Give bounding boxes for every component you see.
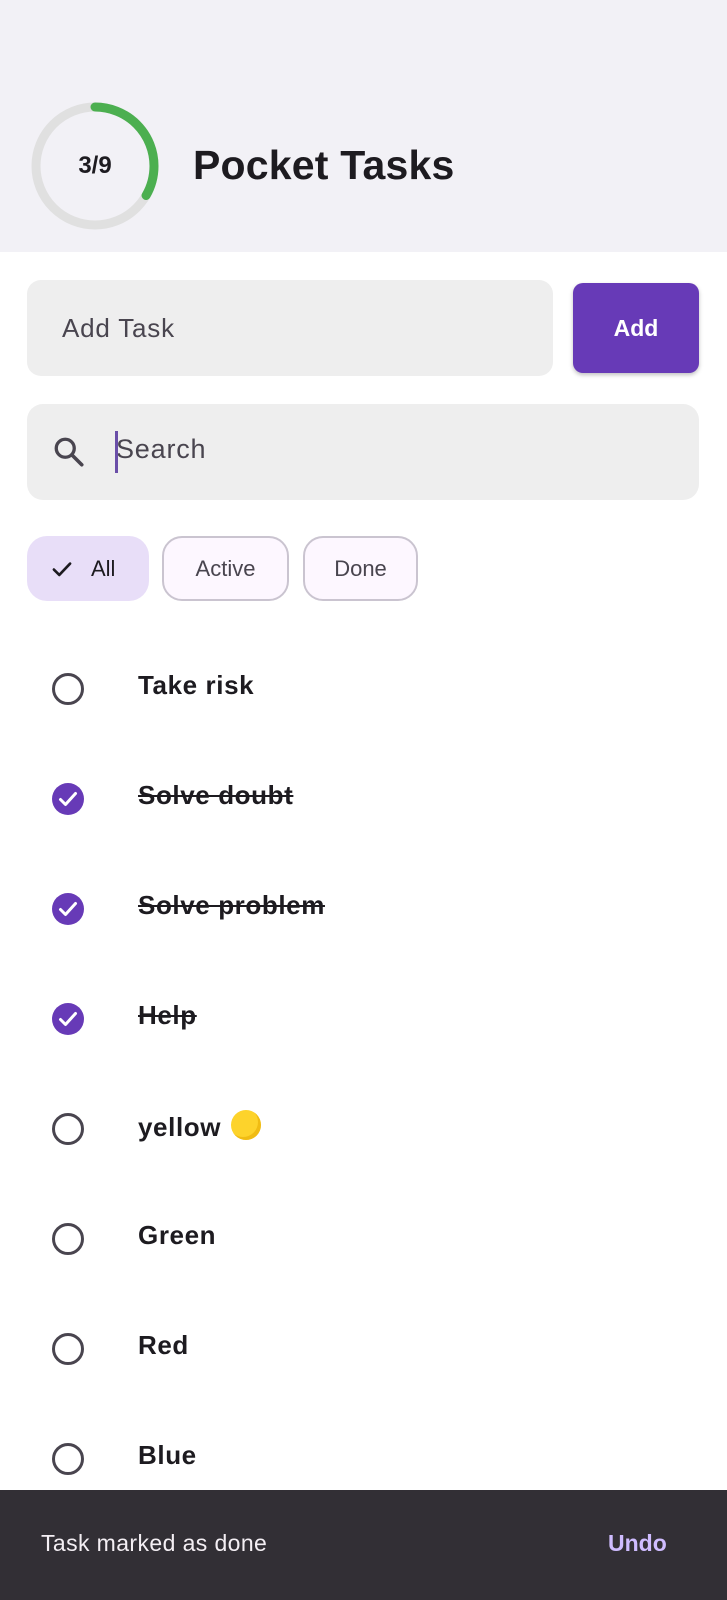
- task-item[interactable]: Solve problem: [0, 852, 727, 962]
- task-label: Take risk: [138, 670, 255, 700]
- undo-button[interactable]: Undo: [608, 1530, 667, 1557]
- snackbar-message: Task marked as done: [41, 1530, 268, 1556]
- task-label: Red: [138, 1330, 189, 1360]
- task-item[interactable]: Red: [0, 1292, 727, 1402]
- task-item[interactable]: Take risk: [0, 632, 727, 742]
- unchecked-circle-icon[interactable]: [50, 1111, 86, 1147]
- task-label: Blue: [138, 1440, 197, 1470]
- unchecked-circle-icon[interactable]: [50, 1221, 86, 1257]
- task-label: Help: [138, 1000, 197, 1030]
- task-label: Solve doubt: [138, 780, 294, 810]
- task-label-wrapper: yellow: [138, 1110, 262, 1143]
- filter-chip-label: Active: [195, 555, 256, 581]
- filter-chip-all[interactable]: All: [27, 536, 149, 601]
- filter-chip-label: All: [91, 555, 116, 581]
- task-item[interactable]: yellow: [0, 1072, 727, 1182]
- text-caret: [115, 431, 118, 473]
- task-list: Take risk Solve doubt Solve problem Help: [0, 632, 727, 1512]
- page-title: Pocket Tasks: [193, 142, 455, 188]
- header: 3/9 Pocket Tasks: [0, 0, 727, 252]
- pocket-tasks-app: 3/9 Pocket Tasks Add Task Add Search All…: [0, 0, 727, 1600]
- progress-ring: 3/9: [30, 101, 160, 231]
- task-label: Green: [138, 1220, 217, 1250]
- task-item[interactable]: Green: [0, 1182, 727, 1292]
- snackbar: Task marked as done Undo: [0, 1490, 727, 1600]
- checked-circle-icon[interactable]: [50, 891, 86, 927]
- add-button[interactable]: Add: [573, 283, 699, 373]
- add-task-input[interactable]: Add Task: [27, 280, 553, 376]
- task-label: Solve problem: [138, 890, 325, 920]
- task-item[interactable]: Solve doubt: [0, 742, 727, 852]
- search-icon: [54, 437, 84, 467]
- progress-count: 3/9: [78, 152, 112, 179]
- checked-circle-icon[interactable]: [50, 781, 86, 817]
- task-item[interactable]: Help: [0, 962, 727, 1072]
- task-label: yellow: [138, 1112, 222, 1142]
- check-icon: [52, 561, 72, 576]
- filter-chip-active[interactable]: Active: [162, 536, 289, 601]
- checked-circle-icon[interactable]: [50, 1001, 86, 1037]
- unchecked-circle-icon[interactable]: [50, 1331, 86, 1367]
- search-input[interactable]: Search: [27, 404, 699, 500]
- yellow-circle-icon: [231, 1110, 262, 1140]
- unchecked-circle-icon[interactable]: [50, 1441, 86, 1477]
- search-placeholder: Search: [116, 434, 207, 464]
- add-task-placeholder: Add Task: [62, 312, 175, 343]
- filter-chip-done[interactable]: Done: [303, 536, 418, 601]
- filter-chip-label: Done: [334, 555, 387, 581]
- unchecked-circle-icon[interactable]: [50, 671, 86, 707]
